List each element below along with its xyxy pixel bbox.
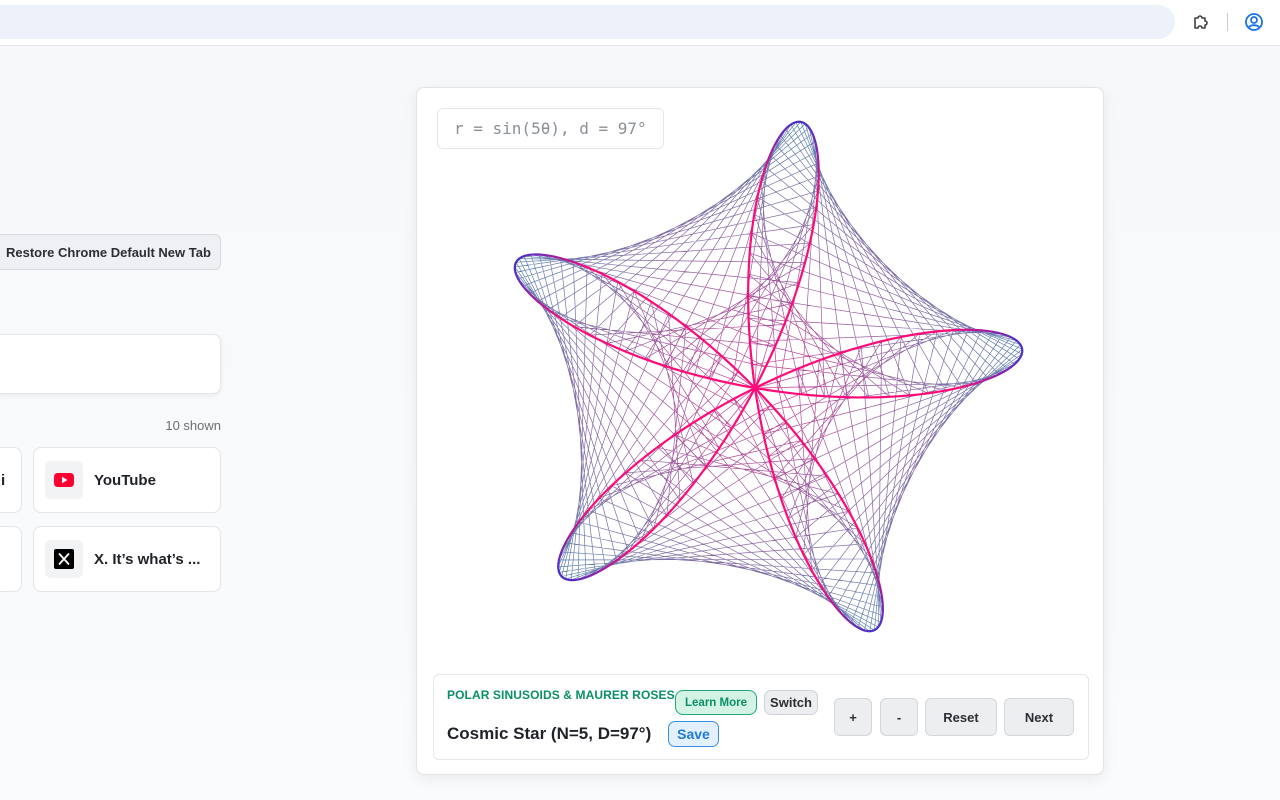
address-bar[interactable] bbox=[0, 5, 1175, 39]
search-box[interactable] bbox=[0, 334, 221, 394]
category-title: POLAR SINUSOIDS & MAURER ROSES bbox=[447, 688, 675, 702]
rose-petal-curve bbox=[513, 120, 1024, 633]
pattern-name: Cosmic Star (N=5, D=97°) bbox=[447, 724, 652, 743]
shortcut-tile-youtube[interactable]: YouTube bbox=[33, 447, 221, 513]
puzzle-icon[interactable] bbox=[1190, 11, 1212, 33]
account-circle-icon[interactable] bbox=[1243, 11, 1265, 33]
shortcut-label: i bbox=[1, 471, 6, 489]
browser-toolbar bbox=[0, 0, 1280, 46]
learn-more-button[interactable]: Learn More bbox=[675, 690, 757, 715]
decrease-button[interactable]: - bbox=[880, 698, 918, 736]
controls-panel: POLAR SINUSOIDS & MAURER ROSES Learn Mor… bbox=[433, 674, 1089, 760]
toolbar-divider bbox=[1227, 13, 1228, 31]
shortcuts-count: 10 shown bbox=[165, 418, 221, 433]
shortcut-label: X. It’s what’s ... bbox=[94, 550, 201, 568]
rose-web-lines bbox=[514, 121, 1023, 632]
rose-card: r = sin(5θ), d = 97° POLAR SINUSOIDS & M… bbox=[416, 87, 1104, 775]
reset-button[interactable]: Reset bbox=[925, 698, 997, 736]
formula-label: r = sin(5θ), d = 97° bbox=[437, 108, 664, 149]
x-logo-icon bbox=[45, 540, 83, 578]
shortcut-tile[interactable] bbox=[0, 526, 22, 592]
switch-button[interactable]: Switch bbox=[764, 690, 818, 715]
shortcut-label: YouTube bbox=[94, 471, 156, 489]
restore-default-newtab-button[interactable]: Restore Chrome Default New Tab bbox=[0, 234, 221, 270]
shortcut-tile[interactable]: i bbox=[0, 447, 22, 513]
maurer-rose-canvas[interactable] bbox=[417, 88, 1105, 674]
increase-button[interactable]: + bbox=[834, 698, 872, 736]
shortcut-tile-x[interactable]: X. It’s what’s ... bbox=[33, 526, 221, 592]
next-button[interactable]: Next bbox=[1004, 698, 1074, 736]
youtube-icon bbox=[45, 461, 83, 499]
save-button[interactable]: Save bbox=[668, 721, 719, 747]
